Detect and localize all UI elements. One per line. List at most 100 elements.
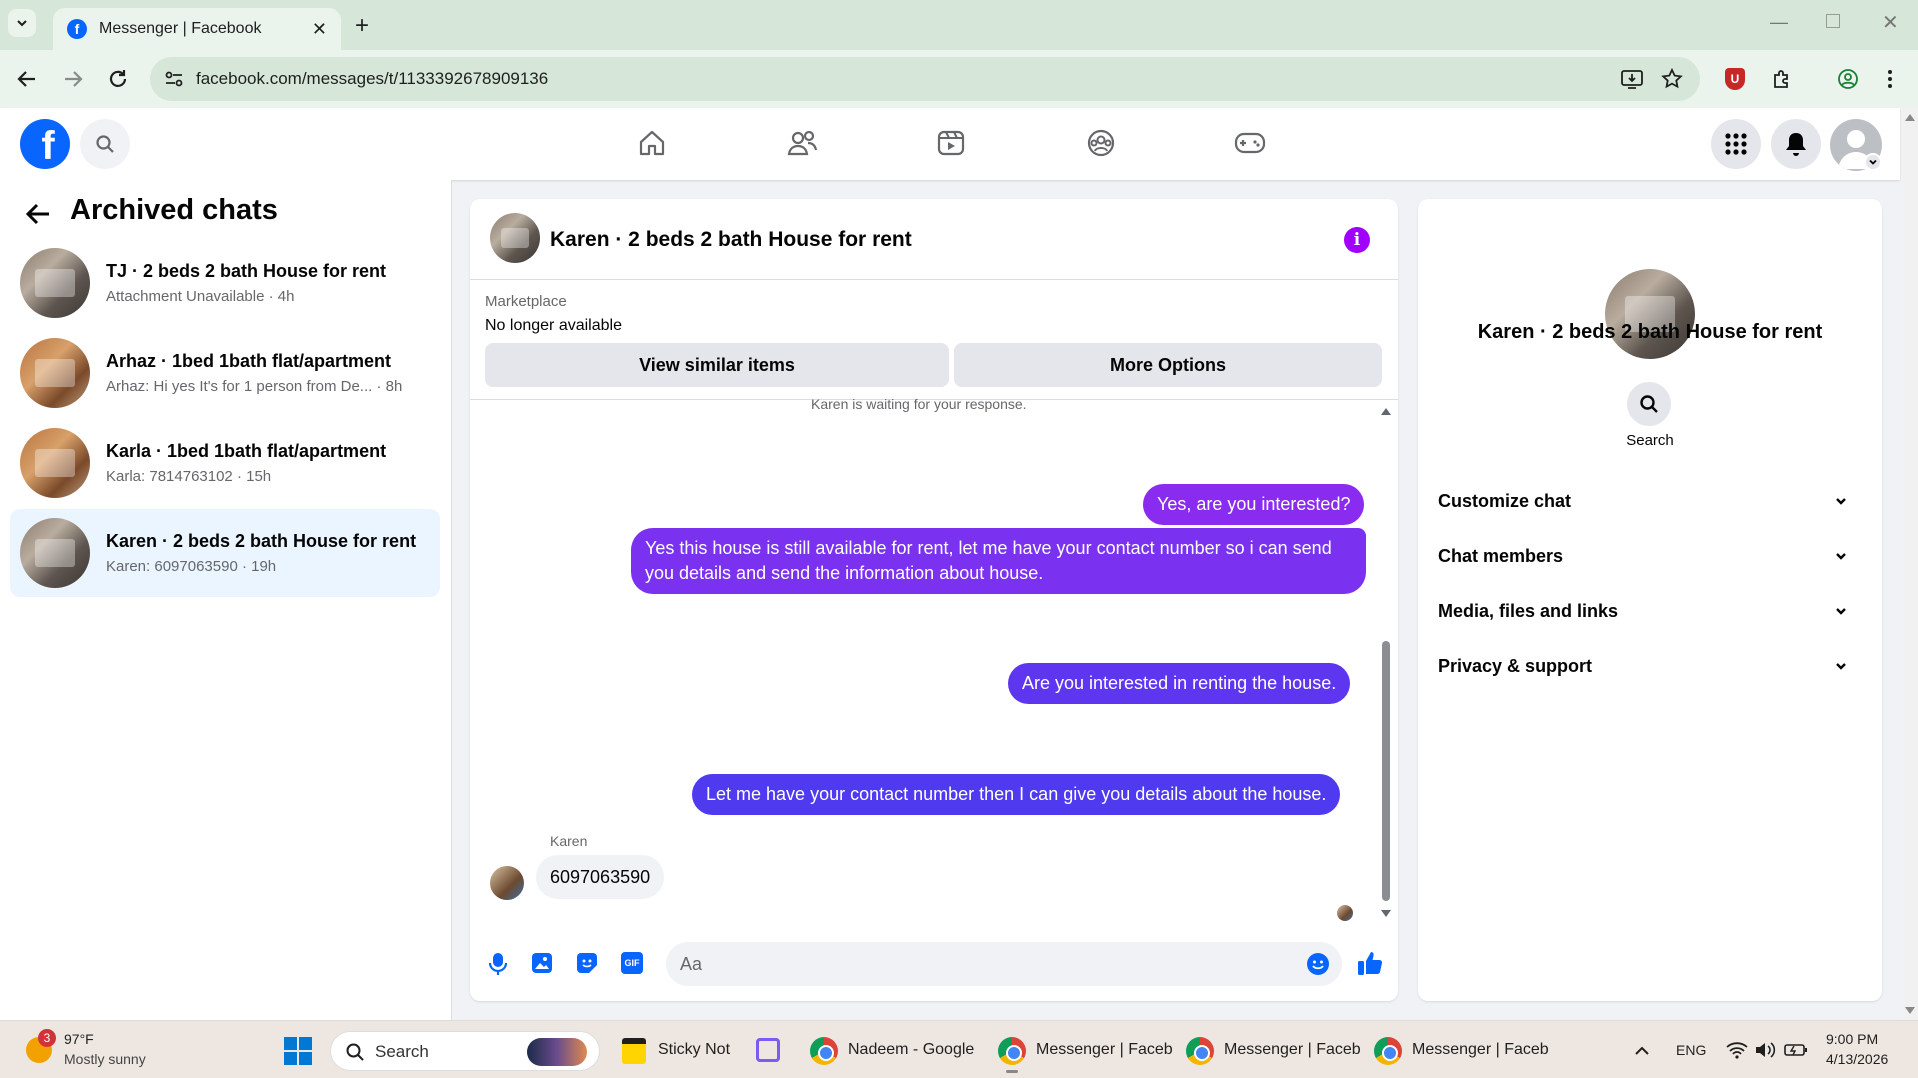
taskbar-app-messenger-3[interactable]: Messenger | Faceb — [1412, 1041, 1549, 1059]
tab-title: Messenger | Facebook — [99, 20, 262, 37]
taskbar-app-nadeem[interactable]: Nadeem - Google — [848, 1041, 974, 1059]
photo-icon[interactable] — [531, 952, 553, 974]
windows-start-icon[interactable] — [284, 1037, 312, 1065]
profile-icon[interactable] — [1836, 67, 1860, 91]
menu-grid-button[interactable] — [1711, 119, 1761, 169]
gif-button[interactable]: GIF — [621, 952, 643, 974]
facebook-logo-icon[interactable]: f — [20, 119, 70, 169]
reload-icon[interactable] — [106, 67, 130, 91]
account-chevron-badge[interactable] — [1864, 153, 1882, 171]
chat-members-section[interactable]: Chat members — [1438, 536, 1858, 576]
more-options-button[interactable]: More Options — [954, 343, 1382, 387]
search-icon — [1640, 395, 1658, 413]
outgoing-message[interactable]: Yes this house is still available for re… — [631, 528, 1366, 594]
like-thumbs-up-icon[interactable] — [1356, 949, 1384, 977]
notifications-button[interactable] — [1771, 119, 1821, 169]
chat-item-karla[interactable]: Karla · 1bed 1bath flat/apartment Karla: … — [10, 419, 440, 507]
volume-icon[interactable] — [1754, 1041, 1776, 1059]
customize-chat-section[interactable]: Customize chat — [1438, 481, 1858, 521]
grid-menu-icon — [1725, 133, 1747, 155]
show-hidden-icons-chevron-icon[interactable] — [1634, 1045, 1650, 1057]
gaming-nav-icon[interactable] — [1234, 130, 1266, 156]
chevron-down-icon — [1836, 498, 1846, 505]
info-icon: i — [1353, 230, 1361, 250]
taskbar-app-messenger-2[interactable]: Messenger | Faceb — [1224, 1041, 1361, 1059]
details-search-button[interactable] — [1627, 382, 1671, 426]
site-info-icon[interactable] — [163, 68, 185, 90]
forward-icon[interactable] — [62, 68, 84, 90]
messages-scrollbar[interactable] — [1380, 405, 1392, 920]
conversation-title[interactable]: Karen · 2 beds 2 bath House for rent — [550, 228, 912, 252]
bookmark-star-icon[interactable] — [1660, 67, 1684, 91]
sticker-icon[interactable] — [576, 952, 598, 974]
chat-name: Karla · 1bed 1bath flat/apartment — [106, 441, 387, 461]
chat-item-arhaz[interactable]: Arhaz · 1bed 1bath flat/apartment Arhaz: … — [10, 329, 440, 417]
view-similar-items-button[interactable]: View similar items — [485, 343, 949, 387]
chat-avatar — [20, 428, 90, 498]
home-nav-icon[interactable] — [637, 128, 667, 158]
new-tab-button[interactable]: + — [355, 12, 369, 40]
conversation-info-button[interactable]: i — [1344, 227, 1370, 253]
chat-avatar — [20, 248, 90, 318]
back-icon[interactable] — [16, 68, 38, 90]
privacy-support-section[interactable]: Privacy & support — [1438, 646, 1858, 686]
close-tab-icon[interactable]: ✕ — [312, 19, 327, 40]
taskbar-search-box[interactable]: Search — [330, 1031, 600, 1071]
wifi-icon[interactable] — [1726, 1041, 1748, 1059]
browser-tab[interactable]: f Messenger | Facebook ✕ — [53, 8, 341, 50]
ublock-extension-icon[interactable]: U — [1725, 68, 1745, 90]
microphone-icon[interactable] — [487, 951, 509, 977]
chrome-icon[interactable] — [810, 1037, 838, 1065]
page-scrollbar-track[interactable] — [1902, 108, 1918, 1020]
incoming-sender-name: Karen — [550, 833, 588, 849]
outgoing-message[interactable]: Let me have your contact number then I c… — [692, 774, 1341, 815]
groups-nav-icon[interactable] — [1086, 128, 1116, 158]
url-text: facebook.com/messages/t/1133392678909136 — [196, 69, 549, 88]
address-bar[interactable]: facebook.com/messages/t/1133392678909136 — [150, 57, 1700, 101]
section-label: Chat members — [1438, 545, 1564, 566]
active-app-indicator — [1006, 1070, 1018, 1073]
battery-icon[interactable] — [1784, 1042, 1808, 1058]
seen-indicator-avatar — [1337, 905, 1353, 921]
chat-preview: Karla: 7814763102 · 15h — [106, 468, 272, 485]
emoji-icon[interactable] — [1306, 952, 1330, 976]
language-indicator[interactable]: ENG — [1676, 1042, 1706, 1058]
chrome-icon[interactable] — [998, 1037, 1026, 1065]
chat-item-tj[interactable]: TJ · 2 beds 2 bath House for rent Attachm… — [10, 239, 440, 327]
video-nav-icon[interactable] — [936, 128, 966, 158]
taskbar-app-sticky-notes[interactable]: Sticky Note — [658, 1041, 730, 1059]
close-window-button[interactable]: ✕ — [1882, 10, 1899, 35]
chevron-down-icon — [17, 20, 27, 27]
scroll-up-arrow[interactable] — [1381, 408, 1391, 415]
outgoing-message[interactable]: Are you interested in renting the house. — [1008, 663, 1351, 704]
details-avatar[interactable] — [1605, 269, 1695, 359]
browser-menu-icon[interactable] — [1886, 67, 1894, 91]
chrome-icon[interactable] — [1186, 1037, 1214, 1065]
extensions-puzzle-icon[interactable] — [1770, 67, 1794, 91]
taskbar-app-messenger-1[interactable]: Messenger | Faceb — [1036, 1041, 1173, 1059]
fb-search-button[interactable] — [80, 119, 130, 169]
chrome-icon[interactable] — [1374, 1037, 1402, 1065]
clock-time[interactable]: 9:00 PM — [1826, 1031, 1878, 1047]
media-files-links-section[interactable]: Media, files and links — [1438, 591, 1858, 631]
incoming-message[interactable]: 6097063590 — [536, 855, 665, 899]
outgoing-message[interactable]: Yes, are you interested? — [1143, 484, 1365, 525]
message-input[interactable]: Aa — [666, 942, 1342, 986]
tab-list-button[interactable] — [8, 9, 36, 37]
minimize-button[interactable]: — — [1770, 12, 1788, 33]
friends-nav-icon[interactable] — [786, 128, 818, 158]
conversation-avatar[interactable] — [490, 213, 540, 263]
install-app-icon[interactable] — [1620, 68, 1644, 90]
back-arrow-icon[interactable] — [24, 200, 52, 228]
sticky-notes-app-icon-inner — [622, 1038, 646, 1044]
snipping-tool-icon[interactable] — [756, 1038, 780, 1062]
chat-preview: Arhaz: Hi yes It's for 1 person from De.… — [106, 378, 403, 395]
scroll-down-arrow[interactable] — [1381, 910, 1391, 917]
clock-date[interactable]: 4/13/2026 — [1826, 1051, 1888, 1067]
restore-button[interactable] — [1826, 14, 1840, 28]
chevron-down-icon — [1836, 608, 1846, 615]
scroll-down-arrow[interactable] — [1905, 1007, 1915, 1014]
scroll-up-arrow[interactable] — [1905, 114, 1915, 121]
chat-item-karen[interactable]: Karen · 2 beds 2 bath House for rent Kare… — [10, 509, 440, 597]
scroll-thumb[interactable] — [1382, 641, 1390, 901]
